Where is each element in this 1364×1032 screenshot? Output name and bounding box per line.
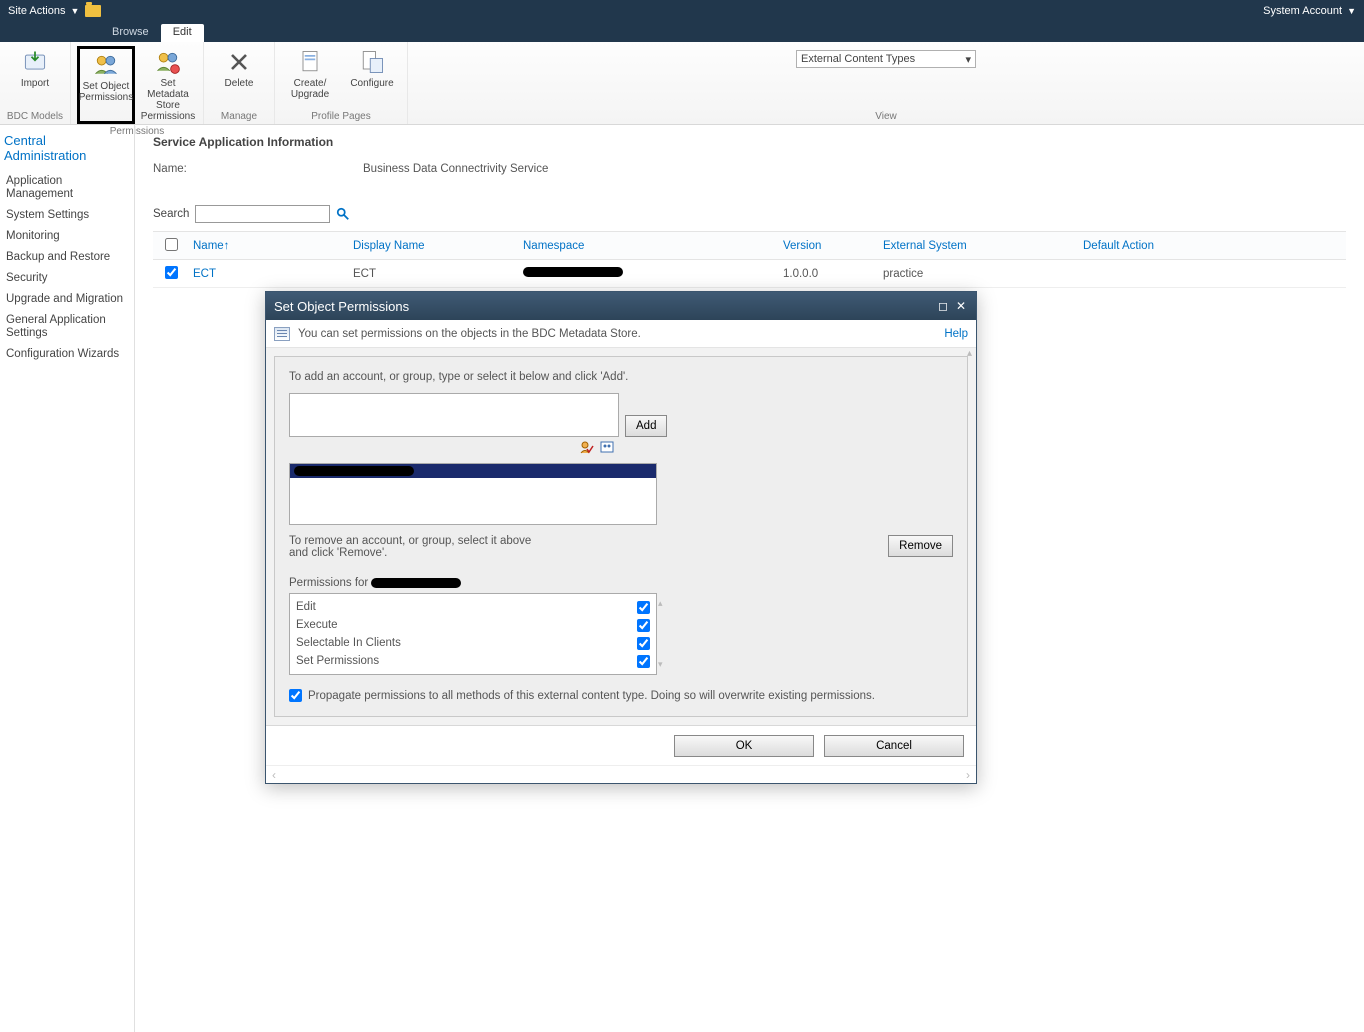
close-icon[interactable]: ✕ [954, 299, 968, 313]
accounts-listbox[interactable] [289, 463, 657, 525]
propagate-label: Propagate permissions to all methods of … [308, 690, 875, 702]
nav-upgrade-migration[interactable]: Upgrade and Migration [4, 289, 130, 310]
group-label-bdc-models: BDC Models [7, 111, 63, 122]
remove-button[interactable]: Remove [888, 535, 953, 557]
ect-grid: Name↑ Display Name Namespace Version Ext… [153, 231, 1346, 288]
chevron-down-icon: ▾ [965, 53, 971, 66]
perm-set-label: Set Permissions [296, 655, 379, 667]
col-version[interactable]: Version [783, 240, 883, 252]
col-default-action[interactable]: Default Action [1083, 240, 1223, 252]
remove-instruction: To remove an account, or group, select i… [289, 535, 549, 559]
perm-scroll-up-icon[interactable]: ▴ [658, 598, 668, 609]
navigate-up-icon[interactable] [85, 5, 101, 17]
ok-button[interactable]: OK [674, 735, 814, 757]
perm-scroll-down-icon[interactable]: ▾ [658, 659, 668, 670]
group-label-manage: Manage [221, 111, 257, 122]
view-dropdown[interactable]: External Content Types ▾ [796, 50, 976, 68]
perm-edit-label: Edit [296, 601, 316, 613]
ribbon-group-bdc-models: Import BDC Models [0, 42, 71, 124]
cancel-button[interactable]: Cancel [824, 735, 964, 757]
maximize-icon[interactable]: ◻ [936, 299, 950, 313]
set-object-permissions-dialog: Set Object Permissions ◻ ✕ You can set p… [265, 291, 977, 784]
create-upgrade-button[interactable]: Create/ Upgrade [281, 46, 339, 109]
permissions-list: Edit Execute Selectable In Clients Set P… [289, 593, 657, 675]
browse-people-icon[interactable] [599, 441, 615, 455]
nav-configuration-wizards[interactable]: Configuration Wizards [4, 344, 130, 365]
perm-selectable-checkbox[interactable] [637, 637, 650, 650]
top-bar: Site Actions ▼ System Account ▼ [0, 0, 1364, 22]
nav-application-management[interactable]: Application Management [4, 171, 130, 205]
nav-backup-restore[interactable]: Backup and Restore [4, 247, 130, 268]
hscroll-right-icon[interactable]: › [966, 768, 970, 782]
help-link[interactable]: Help [944, 328, 968, 340]
row-name-link[interactable]: ECT [193, 268, 353, 280]
perm-execute-label: Execute [296, 619, 338, 631]
dialog-title: Set Object Permissions [274, 299, 409, 314]
col-name[interactable]: Name↑ [193, 240, 353, 252]
select-all-checkbox[interactable] [165, 238, 178, 251]
import-icon [21, 48, 49, 76]
perm-execute-checkbox[interactable] [637, 619, 650, 632]
check-names-icon[interactable] [579, 441, 595, 455]
search-label: Search [153, 208, 189, 220]
dialog-titlebar[interactable]: Set Object Permissions ◻ ✕ [266, 292, 976, 320]
hscroll-left-icon[interactable]: ‹ [272, 768, 276, 782]
row-external-system: practice [883, 268, 1083, 280]
permissions-for-label: Permissions for [289, 577, 953, 589]
configure-icon [358, 48, 386, 76]
perm-edit-checkbox[interactable] [637, 601, 650, 614]
info-list-icon [274, 327, 290, 341]
perm-set-checkbox[interactable] [637, 655, 650, 668]
set-metadata-store-permissions-button[interactable]: Set Metadata Store Permissions [139, 46, 197, 124]
row-checkbox[interactable] [165, 266, 178, 279]
group-label-profile: Profile Pages [311, 111, 370, 122]
col-external-system[interactable]: External System [883, 240, 1083, 252]
section-title: Service Application Information [153, 135, 1346, 149]
nav-monitoring[interactable]: Monitoring [4, 226, 130, 247]
row-display-name: ECT [353, 268, 523, 280]
search-icon[interactable] [336, 207, 350, 221]
ribbon: Import BDC Models Set Object Permissions… [0, 42, 1364, 125]
people-store-icon [154, 48, 182, 76]
dialog-subtitle: You can set permissions on the objects i… [298, 328, 641, 340]
system-account-menu[interactable]: System Account ▼ [1263, 5, 1356, 17]
group-label-view: View [875, 111, 897, 122]
delete-icon [225, 48, 253, 76]
name-value: Business Data Connectrivity Service [363, 163, 548, 175]
import-button[interactable]: Import [6, 46, 64, 109]
ribbon-group-profile-pages: Create/ Upgrade Configure Profile Pages [275, 42, 408, 124]
row-namespace [523, 267, 783, 280]
search-input[interactable] [195, 205, 330, 223]
site-actions-menu[interactable]: Site Actions ▼ [8, 5, 79, 17]
content-area: Service Application Information Name: Bu… [135, 125, 1364, 1032]
account-input[interactable] [289, 393, 619, 437]
scroll-up-icon[interactable]: ▴ [967, 348, 972, 359]
set-object-permissions-button[interactable]: Set Object Permissions [77, 46, 135, 124]
tab-edit[interactable]: Edit [161, 24, 204, 42]
selected-account[interactable] [290, 464, 656, 478]
nav-general-settings[interactable]: General Application Settings [4, 310, 130, 344]
ribbon-group-manage: Delete Manage [204, 42, 275, 124]
name-label: Name: [153, 163, 363, 175]
configure-button[interactable]: Configure [343, 46, 401, 109]
nav-system-settings[interactable]: System Settings [4, 205, 130, 226]
ribbon-group-view: External Content Types ▾ View [408, 42, 1364, 124]
add-instruction: To add an account, or group, type or sel… [289, 371, 953, 383]
tab-browse[interactable]: Browse [100, 24, 161, 42]
add-button[interactable]: Add [625, 415, 667, 437]
page-icon [296, 48, 324, 76]
people-icon [92, 51, 120, 79]
row-version: 1.0.0.0 [783, 268, 883, 280]
ribbon-tabs: Browse Edit [0, 22, 1364, 42]
left-nav: Central Administration Application Manag… [0, 125, 135, 1032]
col-namespace[interactable]: Namespace [523, 240, 783, 252]
propagate-checkbox[interactable] [289, 689, 302, 702]
ribbon-group-permissions: Set Object Permissions Set Metadata Stor… [71, 42, 204, 124]
col-display-name[interactable]: Display Name [353, 240, 523, 252]
left-nav-title[interactable]: Central Administration [4, 133, 130, 163]
delete-button[interactable]: Delete [210, 46, 268, 109]
perm-selectable-label: Selectable In Clients [296, 637, 401, 649]
table-row: ECT ECT 1.0.0.0 practice [153, 260, 1346, 288]
nav-security[interactable]: Security [4, 268, 130, 289]
